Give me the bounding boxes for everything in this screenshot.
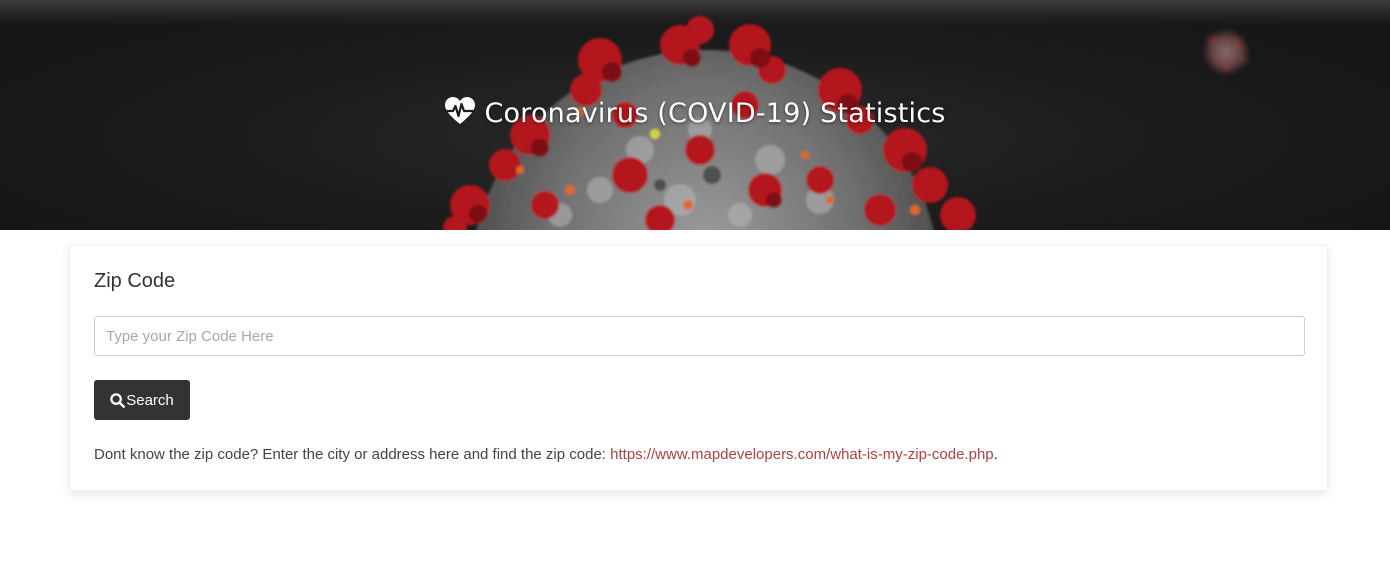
zip-code-input[interactable]	[94, 316, 1305, 356]
zip-help-text: Dont know the zip code? Enter the city o…	[94, 446, 998, 463]
page-title-text: Coronavirus (COVID-19) Statistics	[484, 98, 946, 129]
hero-banner: Coronavirus (COVID-19) Statistics	[0, 0, 1390, 230]
search-button-label: Search	[126, 391, 174, 409]
search-button[interactable]: Search	[94, 380, 190, 420]
zip-help-text-suffix: .	[993, 446, 998, 463]
zip-code-card: Zip Code Search Dont know the zip code? …	[69, 245, 1328, 491]
zip-lookup-link[interactable]: https://www.mapdevelopers.com/what-is-my…	[610, 446, 993, 463]
card-title: Zip Code	[94, 270, 176, 292]
heartbeat-icon	[445, 97, 476, 124]
page-title: Coronavirus (COVID-19) Statistics	[0, 96, 1390, 129]
zip-help-text-body: Dont know the zip code? Enter the city o…	[94, 446, 611, 463]
search-icon	[110, 392, 126, 408]
